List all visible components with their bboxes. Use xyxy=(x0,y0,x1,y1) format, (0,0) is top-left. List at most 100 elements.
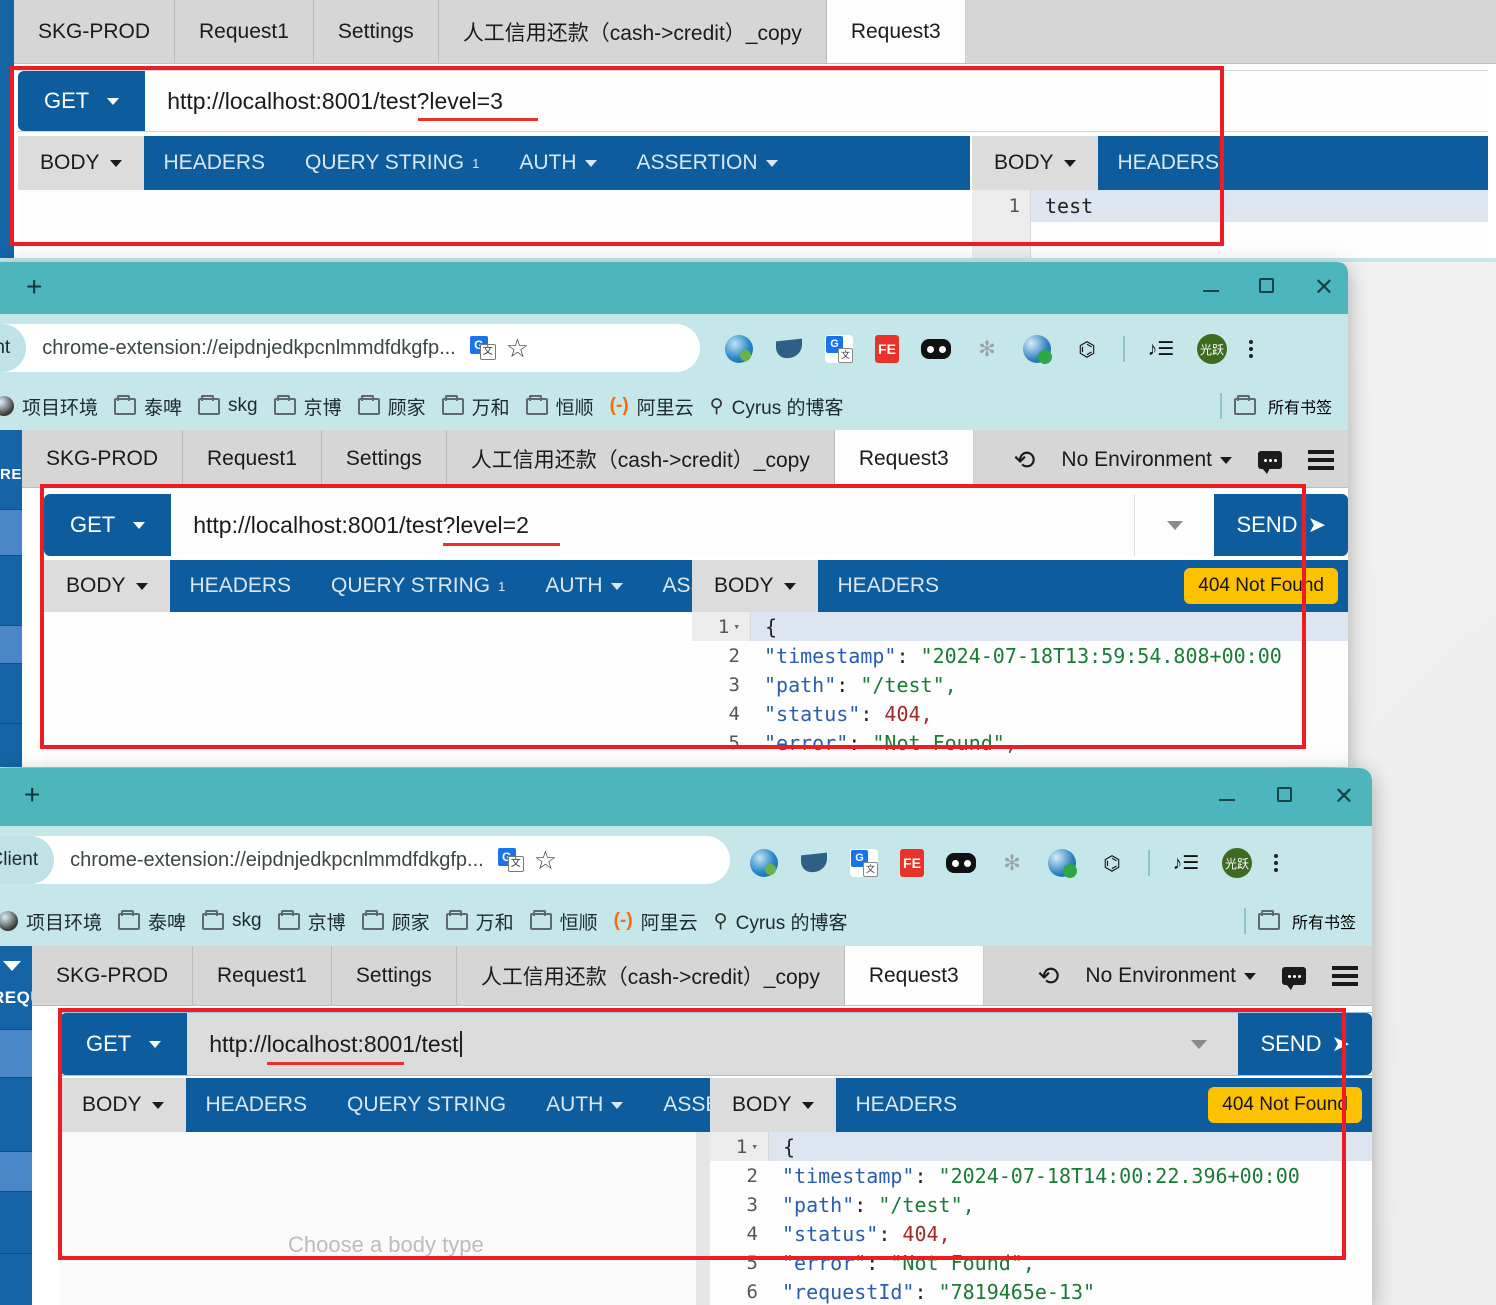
new-tab-plus-icon[interactable]: + xyxy=(24,781,40,809)
url-input-middle[interactable]: http://localhost:8001/test?level=2 xyxy=(171,494,1135,556)
request-tab-body[interactable]: BODY xyxy=(18,136,144,190)
rest-tab-settings[interactable]: Settings xyxy=(331,946,457,1005)
response-editor-bottom[interactable]: 1 ▾ { 2 "timestamp": "2024-07-18T14:00:2… xyxy=(710,1132,1372,1305)
hamburger-menu-icon[interactable] xyxy=(1308,450,1334,470)
address-bar-middle[interactable]: REST Client chrome-extension://eipdnjedk… xyxy=(0,324,700,372)
maximize-icon[interactable] xyxy=(1258,278,1274,298)
rest-tab-settings[interactable]: Settings xyxy=(313,0,439,63)
dots-extension-icon[interactable] xyxy=(921,339,951,359)
close-icon[interactable]: ✕ xyxy=(1314,276,1334,300)
environment-selector[interactable]: No Environment xyxy=(1061,448,1232,472)
request-tab-headers[interactable]: HEADERS xyxy=(144,136,286,190)
puzzle-extensions-icon[interactable]: ⌬ xyxy=(1098,849,1126,877)
book-extension-icon[interactable] xyxy=(800,849,828,877)
command-extension-icon[interactable]: ✻ xyxy=(973,335,1001,363)
request-tab-query-string[interactable]: QUERY STRING xyxy=(327,1078,526,1132)
bookmark-item[interactable]: 泰啤 xyxy=(114,906,190,937)
request-tab-query-string[interactable]: QUERY STRING 1 xyxy=(285,136,499,190)
rest-tab-manual-credit-repay[interactable]: 人工信用还款（cash->credit）_copy xyxy=(456,946,845,1005)
fe-extension-icon[interactable]: FE xyxy=(900,849,924,877)
google-translate-icon[interactable]: G文 xyxy=(497,848,524,872)
rest-tab-request3[interactable]: Request3 xyxy=(844,946,984,1005)
rest-tab-request3[interactable]: Request3 xyxy=(834,430,974,487)
rest-tab-request1[interactable]: Request1 xyxy=(175,0,314,63)
bookmark-item[interactable]: (-) 阿里云 xyxy=(610,906,702,937)
response-editor-top[interactable]: 1 test xyxy=(972,190,1488,258)
bookmark-item[interactable]: 泰啤 xyxy=(110,391,186,422)
puzzle-extensions-icon[interactable]: ⌬ xyxy=(1073,335,1101,363)
dots-extension-icon[interactable] xyxy=(946,853,976,873)
fold-toggle-icon[interactable]: ▾ xyxy=(751,1140,758,1153)
response-editor-middle[interactable]: 1 ▾ { 2 "timestamp": "2024-07-18T13:59:5… xyxy=(692,612,1348,767)
maximize-icon[interactable] xyxy=(1276,787,1292,807)
bookmark-item[interactable]: 京博 xyxy=(274,906,350,937)
rest-tab-settings[interactable]: Settings xyxy=(321,430,447,487)
profile-avatar[interactable]: 光跃 xyxy=(1197,334,1227,364)
response-tab-headers[interactable]: HEADERS xyxy=(818,560,960,612)
url-input-top[interactable]: http://localhost:8001/test?level=3 xyxy=(145,71,1488,131)
new-tab-plus-icon[interactable]: + xyxy=(26,273,42,301)
bookmark-item[interactable]: 京博 xyxy=(270,391,346,422)
sidebar-collapse-icon[interactable] xyxy=(3,958,21,976)
http-method-button-bottom[interactable]: GET xyxy=(60,1013,188,1075)
globe-extension-icon[interactable] xyxy=(725,335,753,363)
command-extension-icon[interactable]: ✻ xyxy=(998,849,1026,877)
google-translate-icon[interactable]: G文 xyxy=(469,336,496,360)
rest-tab-request3[interactable]: Request3 xyxy=(826,0,966,63)
bookmark-item[interactable]: skg xyxy=(194,393,262,419)
rest-tab-skg-prod[interactable]: SKG-PROD xyxy=(22,430,184,487)
address-bar-bottom[interactable]: & REST Client chrome-extension://eipdnje… xyxy=(0,836,730,884)
fold-toggle-icon[interactable]: ▾ xyxy=(733,620,740,633)
bookmark-item[interactable]: skg xyxy=(198,908,266,934)
rest-tab-manual-credit-repay[interactable]: 人工信用还款（cash->credit）_copy xyxy=(446,430,835,487)
bookmark-item[interactable]: 恒顺 xyxy=(526,906,602,937)
rest-tab-manual-credit-repay[interactable]: 人工信用还款（cash->credit）_copy xyxy=(438,0,827,63)
bookmark-item[interactable]: 顾家 xyxy=(358,906,434,937)
google-translate-extension-icon[interactable]: G文 xyxy=(825,335,853,363)
send-button-middle[interactable]: SEND ➤ xyxy=(1214,494,1348,556)
chrome-menu-icon[interactable] xyxy=(1274,854,1278,872)
request-tab-headers[interactable]: HEADERS xyxy=(170,560,312,612)
response-tab-headers[interactable]: HEADERS xyxy=(836,1078,978,1132)
request-body-area-top[interactable] xyxy=(18,190,970,256)
chrome-menu-icon[interactable] xyxy=(1249,340,1253,358)
request-tab-body[interactable]: BODY xyxy=(60,1078,186,1132)
request-body-area-middle[interactable] xyxy=(44,612,692,767)
globe-extension-icon[interactable] xyxy=(750,849,778,877)
bookmark-item[interactable]: (-) 阿里云 xyxy=(606,391,698,422)
response-tab-headers[interactable]: HEADERS xyxy=(1098,136,1240,190)
request-tab-auth[interactable]: AUTH xyxy=(499,136,616,190)
bookmark-item[interactable]: ⚲ Cyrus 的博客 xyxy=(710,906,852,937)
url-history-dropdown[interactable] xyxy=(1158,1013,1239,1075)
idm-extension-icon[interactable] xyxy=(1023,335,1052,364)
bookmark-item[interactable]: 恒顺 xyxy=(522,391,598,422)
request-tab-auth[interactable]: AUTH xyxy=(526,1078,643,1132)
refresh-icon[interactable]: ⟳ xyxy=(1038,961,1060,992)
comment-icon[interactable] xyxy=(1258,451,1282,474)
google-translate-extension-icon[interactable]: G文 xyxy=(850,849,878,877)
bookmark-item[interactable]: 项目环境 xyxy=(0,906,106,937)
comment-icon[interactable] xyxy=(1282,967,1306,990)
rest-tab-skg-prod[interactable]: SKG-PROD xyxy=(14,0,176,63)
request-body-area-bottom[interactable]: Choose a body type xyxy=(60,1132,710,1305)
request-tab-headers[interactable]: HEADERS xyxy=(186,1078,328,1132)
request-tab-assertion[interactable]: ASSERTION xyxy=(617,136,798,190)
bookmark-item[interactable]: 万和 xyxy=(438,391,514,422)
book-extension-icon[interactable] xyxy=(775,335,803,363)
rest-tab-skg-prod[interactable]: SKG-PROD xyxy=(32,946,194,1005)
bookmark-star-icon[interactable]: ☆ xyxy=(506,335,529,361)
bookmark-item[interactable]: 万和 xyxy=(442,906,518,937)
hamburger-menu-icon[interactable] xyxy=(1332,966,1358,986)
close-icon[interactable]: ✕ xyxy=(1334,785,1354,809)
profile-avatar[interactable]: 光跃 xyxy=(1222,848,1252,878)
response-tab-body[interactable]: BODY xyxy=(692,560,818,612)
send-button-bottom[interactable]: SEND ➤ xyxy=(1238,1013,1372,1075)
all-bookmarks-button[interactable]: 所有书签 xyxy=(1219,393,1332,419)
request-tab-query-string[interactable]: QUERY STRING 1 xyxy=(311,560,525,612)
refresh-icon[interactable]: ⟳ xyxy=(1014,445,1036,476)
all-bookmarks-button[interactable]: 所有书签 xyxy=(1243,908,1356,934)
bookmark-item[interactable]: 项目环境 xyxy=(0,391,102,422)
request-tab-auth[interactable]: AUTH xyxy=(525,560,642,612)
fe-extension-icon[interactable]: FE xyxy=(875,335,899,363)
bookmark-item[interactable]: ⚲ Cyrus 的博客 xyxy=(706,391,848,422)
